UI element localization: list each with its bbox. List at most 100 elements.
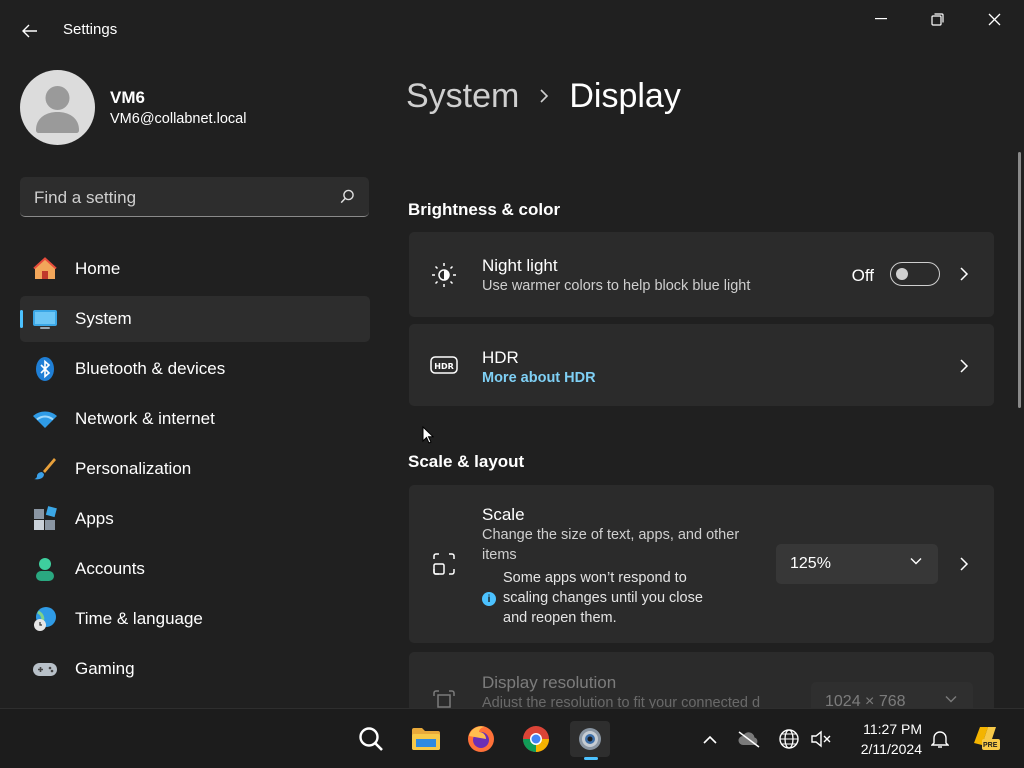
sidebar-item-label: Gaming bbox=[75, 659, 135, 678]
minimize-icon bbox=[875, 18, 887, 20]
home-icon bbox=[32, 256, 58, 282]
section-title-scale-layout: Scale & layout bbox=[408, 452, 525, 471]
night-light-title: Night light bbox=[482, 256, 558, 275]
chevron-down-icon bbox=[945, 696, 957, 703]
search-placeholder: Find a setting bbox=[34, 188, 137, 207]
resolution-content: Display resolution Adjust the resolution… bbox=[409, 652, 994, 712]
user-silhouette-icon bbox=[36, 86, 79, 133]
chevron-right-icon bbox=[956, 266, 972, 282]
cloud-offline-icon bbox=[738, 731, 760, 748]
chevron-right-icon bbox=[539, 88, 549, 104]
volume-tray[interactable] bbox=[809, 727, 833, 751]
scale-dropdown[interactable]: 125% bbox=[776, 544, 938, 584]
taskbar-file-explorer[interactable] bbox=[406, 721, 446, 757]
network-tray[interactable] bbox=[777, 727, 801, 751]
bell-icon bbox=[931, 731, 949, 748]
hdr-title: HDR bbox=[482, 348, 519, 367]
active-app-indicator bbox=[584, 757, 598, 760]
mouse-cursor-icon bbox=[422, 426, 434, 444]
back-button[interactable] bbox=[14, 18, 46, 44]
breadcrumb-parent[interactable]: System bbox=[406, 77, 519, 116]
sidebar-item-personalization[interactable]: Personalization bbox=[20, 446, 370, 492]
firefox-icon bbox=[468, 726, 494, 752]
chevron-right-icon bbox=[956, 556, 972, 572]
search-icon bbox=[359, 727, 383, 751]
chrome-icon bbox=[522, 726, 550, 753]
search-input[interactable]: Find a setting bbox=[20, 177, 369, 217]
resolution-title: Display resolution bbox=[482, 673, 617, 692]
sidebar-item-label: Personalization bbox=[75, 459, 192, 478]
clock-date: 2/11/2024 bbox=[860, 741, 922, 757]
sidebar-item-accounts[interactable]: Accounts bbox=[20, 546, 370, 592]
active-indicator bbox=[20, 310, 23, 328]
bluetooth-icon bbox=[32, 356, 58, 382]
sidebar-item-bluetooth[interactable]: Bluetooth & devices bbox=[20, 346, 370, 392]
taskbar-clock[interactable]: 11:27 PM 2/11/2024 bbox=[848, 719, 922, 759]
scale-icon bbox=[429, 549, 459, 579]
sidebar-item-system[interactable]: System bbox=[20, 296, 370, 342]
display-resolution-card[interactable]: Display resolution Adjust the resolution… bbox=[409, 652, 994, 712]
chevron-down-icon bbox=[910, 558, 922, 565]
scale-subtitle-cont: items bbox=[482, 547, 517, 563]
note-line: scaling changes until you close bbox=[503, 590, 703, 606]
globe-icon bbox=[779, 729, 799, 749]
back-arrow-icon bbox=[22, 24, 37, 38]
app-title: Settings bbox=[63, 21, 118, 38]
note-line: and reopen them. bbox=[503, 610, 617, 626]
info-icon: i bbox=[482, 592, 496, 606]
pre-badge: PRE bbox=[983, 742, 998, 749]
scrollbar[interactable] bbox=[1018, 152, 1021, 408]
taskbar-search-button[interactable] bbox=[351, 721, 391, 757]
user-name: VM6 bbox=[110, 88, 145, 107]
night-light-icon bbox=[429, 260, 459, 290]
copilot-preview-button[interactable]: PRE bbox=[970, 723, 1000, 753]
avatar[interactable] bbox=[20, 70, 95, 145]
restore-icon bbox=[930, 12, 944, 26]
title-bar: Settings bbox=[0, 0, 1024, 60]
apps-icon bbox=[32, 506, 58, 532]
user-email: VM6@collabnet.local bbox=[110, 111, 247, 127]
note-line: Some apps won’t respond to bbox=[503, 570, 687, 586]
file-explorer-icon bbox=[412, 728, 440, 750]
sidebar-item-gaming[interactable]: Gaming bbox=[20, 646, 370, 692]
taskbar-chrome[interactable] bbox=[516, 721, 556, 757]
sidebar-item-network[interactable]: Network & internet bbox=[20, 396, 370, 442]
hdr-card[interactable]: HDR HDR More about HDR bbox=[409, 324, 994, 406]
minimize-button[interactable] bbox=[853, 4, 909, 34]
sidebar-item-home[interactable]: Home bbox=[20, 246, 370, 292]
brush-icon bbox=[32, 456, 58, 482]
clock-time: 11:27 PM bbox=[863, 721, 922, 737]
scale-info-note: Some apps won’t respond to scaling chang… bbox=[503, 568, 733, 628]
sidebar-item-label: Apps bbox=[75, 509, 114, 528]
more-about-hdr-link[interactable]: More about HDR bbox=[482, 370, 596, 386]
sidebar-item-label: Accounts bbox=[75, 559, 145, 578]
section-title-brightness: Brightness & color bbox=[408, 200, 561, 219]
night-light-toggle[interactable] bbox=[890, 262, 940, 286]
wifi-icon bbox=[32, 406, 58, 432]
notifications-button[interactable] bbox=[928, 727, 952, 751]
night-light-subtitle: Use warmer colors to help block blue lig… bbox=[482, 278, 751, 294]
settings-icon bbox=[579, 728, 601, 750]
close-button[interactable] bbox=[966, 4, 1022, 34]
close-icon bbox=[988, 13, 1000, 25]
onedrive-tray[interactable] bbox=[737, 727, 761, 751]
globe-clock-icon bbox=[32, 606, 58, 632]
night-light-card[interactable]: Night light Use warmer colors to help bl… bbox=[409, 232, 994, 317]
taskbar-firefox[interactable] bbox=[461, 721, 501, 757]
scale-subtitle: Change the size of text, apps, and other bbox=[482, 527, 740, 543]
toggle-state-label: Off bbox=[851, 266, 874, 285]
monitor-icon bbox=[32, 306, 58, 332]
toggle-knob bbox=[896, 268, 908, 280]
breadcrumb: System Display bbox=[406, 74, 681, 118]
tray-overflow-chevron[interactable] bbox=[698, 727, 722, 751]
sidebar-item-label: Bluetooth & devices bbox=[75, 359, 226, 378]
sidebar-item-apps[interactable]: Apps bbox=[20, 496, 370, 542]
gamepad-icon bbox=[32, 656, 58, 682]
chevron-up-icon bbox=[703, 735, 717, 744]
taskbar-settings[interactable] bbox=[570, 721, 610, 760]
restore-button[interactable] bbox=[909, 4, 965, 34]
sidebar-item-label: Home bbox=[75, 259, 121, 278]
speaker-muted-icon bbox=[811, 730, 831, 748]
sidebar-item-time-language[interactable]: Time & language bbox=[20, 596, 370, 642]
page-title: Display bbox=[569, 76, 681, 115]
